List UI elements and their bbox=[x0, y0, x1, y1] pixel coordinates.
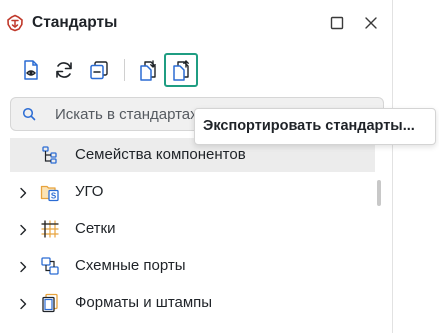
standards-panel: Стандарты Искать в стандартах Семейства … bbox=[0, 0, 393, 333]
chevron-right-icon[interactable] bbox=[17, 223, 29, 236]
document-export-icon bbox=[173, 60, 189, 81]
export-standards-button[interactable] bbox=[164, 53, 198, 87]
tree-item-label: УГО bbox=[75, 183, 104, 200]
chevron-right-icon[interactable] bbox=[17, 260, 29, 273]
tree-item-label: Семейства компонентов bbox=[75, 146, 246, 163]
toolbar bbox=[0, 50, 393, 90]
component-families-icon bbox=[40, 145, 60, 165]
collapse-all-button[interactable] bbox=[82, 53, 116, 87]
close-icon bbox=[365, 17, 377, 29]
svg-text:S: S bbox=[51, 192, 57, 201]
panel-title: Стандарты bbox=[32, 14, 118, 31]
view-document-button[interactable] bbox=[14, 53, 48, 87]
maximize-icon bbox=[330, 16, 344, 30]
document-eye-icon bbox=[24, 60, 38, 80]
export-tooltip: Экспортировать стандарты... bbox=[194, 108, 436, 145]
close-button[interactable] bbox=[361, 13, 381, 33]
tree-item-formats-stamps[interactable]: Форматы и штампы bbox=[10, 286, 375, 320]
maximize-button[interactable] bbox=[327, 13, 347, 33]
standards-logo-icon bbox=[6, 14, 24, 32]
toolbar-separator bbox=[124, 59, 125, 81]
chevron-right-icon[interactable] bbox=[17, 186, 29, 199]
grid-icon bbox=[40, 219, 60, 239]
formats-stamps-icon bbox=[40, 293, 60, 313]
search-icon bbox=[22, 107, 36, 121]
tree-item-label: Схемные порты bbox=[75, 257, 186, 274]
collapse-icon bbox=[90, 61, 108, 80]
scrollbar[interactable] bbox=[377, 180, 381, 206]
refresh-button[interactable] bbox=[47, 53, 81, 87]
chevron-right-icon[interactable] bbox=[17, 297, 29, 310]
folder-s-icon: S bbox=[40, 182, 60, 202]
schematic-ports-icon bbox=[40, 256, 60, 276]
panel-header: Стандарты bbox=[0, 0, 393, 46]
refresh-icon bbox=[56, 62, 72, 78]
tree-item-label: Форматы и штампы bbox=[75, 294, 213, 311]
tree-item-ugo[interactable]: S УГО bbox=[10, 175, 375, 209]
import-standards-button[interactable] bbox=[131, 53, 165, 87]
tree-item-grids[interactable]: Сетки bbox=[10, 212, 375, 246]
tree-item-schematic-ports[interactable]: Схемные порты bbox=[10, 249, 375, 283]
document-import-icon bbox=[140, 60, 156, 81]
tree-item-label: Сетки bbox=[75, 220, 116, 237]
